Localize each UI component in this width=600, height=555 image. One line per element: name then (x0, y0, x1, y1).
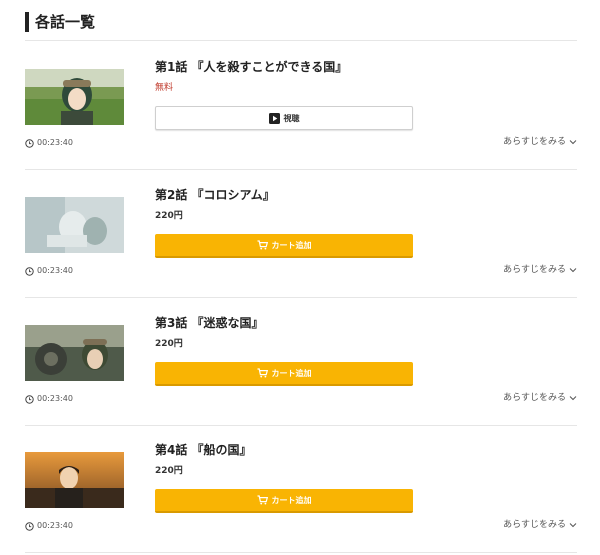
episode-item: 第4話 『船の国』 220円 カート追加 00:23:40 あらすじをみる (25, 425, 577, 553)
synopsis-toggle[interactable]: あらすじをみる (503, 392, 577, 404)
chevron-down-icon (569, 522, 577, 528)
episode-item: 第2話 『コロシアム』 220円 カート追加 00:23:40 あらすじをみる (25, 170, 577, 298)
episode-price: 無料 (155, 83, 174, 93)
duration-text: 00:23:40 (37, 266, 73, 275)
synopsis-toggle[interactable]: あらすじをみる (503, 136, 577, 148)
episode-duration: 00:23:40 (25, 265, 73, 277)
add-to-cart-label: カート追加 (271, 368, 312, 378)
synopsis-toggle[interactable]: あらすじをみる (503, 264, 577, 276)
watch-button[interactable]: 視聴 (155, 106, 413, 130)
duration-text: 00:23:40 (37, 138, 73, 147)
clock-icon (25, 266, 34, 276)
episode-duration: 00:23:40 (25, 393, 73, 405)
chevron-down-icon (569, 267, 577, 273)
episode-duration: 00:23:40 (25, 137, 73, 149)
episode-title: 第4話 『船の国』 (155, 443, 252, 457)
episode-thumbnail[interactable] (25, 452, 124, 508)
section-title: 各話一覧 (35, 13, 96, 31)
section-header: 各話一覧 (25, 11, 577, 41)
episode-price: 220円 (155, 211, 183, 221)
duration-text: 00:23:40 (37, 394, 73, 403)
episode-title: 第3話 『迷惑な国』 (155, 316, 264, 330)
cart-icon (257, 368, 268, 378)
cart-icon (257, 495, 268, 505)
episode-price: 220円 (155, 339, 183, 349)
episode-thumbnail[interactable] (25, 69, 124, 125)
episode-item: 第3話 『迷惑な国』 220円 カート追加 00:23:40 あらすじをみる (25, 298, 577, 426)
episode-thumbnail[interactable] (25, 325, 124, 381)
add-to-cart-label: カート追加 (271, 495, 312, 505)
add-to-cart-button[interactable]: カート追加 (155, 234, 413, 258)
synopsis-toggle[interactable]: あらすじをみる (503, 519, 577, 531)
watch-button-label: 視聴 (283, 113, 300, 123)
play-icon (268, 112, 280, 124)
chevron-down-icon (569, 395, 577, 401)
chevron-down-icon (569, 139, 577, 145)
synopsis-label: あらすじをみる (503, 393, 566, 403)
episode-thumbnail[interactable] (25, 197, 124, 253)
duration-text: 00:23:40 (37, 521, 73, 530)
clock-icon (25, 521, 34, 531)
clock-icon (25, 138, 34, 148)
episode-title: 第1話 『人を殺すことができる国』 (155, 60, 348, 74)
header-accent-bar (25, 12, 29, 32)
episode-duration: 00:23:40 (25, 520, 73, 532)
add-to-cart-button[interactable]: カート追加 (155, 489, 413, 513)
cart-icon (257, 240, 268, 250)
episode-price: 220円 (155, 466, 183, 476)
synopsis-label: あらすじをみる (503, 520, 566, 530)
episode-title: 第2話 『コロシアム』 (155, 188, 275, 202)
synopsis-label: あらすじをみる (503, 137, 566, 147)
add-to-cart-button[interactable]: カート追加 (155, 362, 413, 386)
add-to-cart-label: カート追加 (271, 240, 312, 250)
synopsis-label: あらすじをみる (503, 265, 566, 275)
clock-icon (25, 394, 34, 404)
episode-item: 第1話 『人を殺すことができる国』 無料 視聴 00:23:40 あらすじをみる (25, 42, 577, 170)
